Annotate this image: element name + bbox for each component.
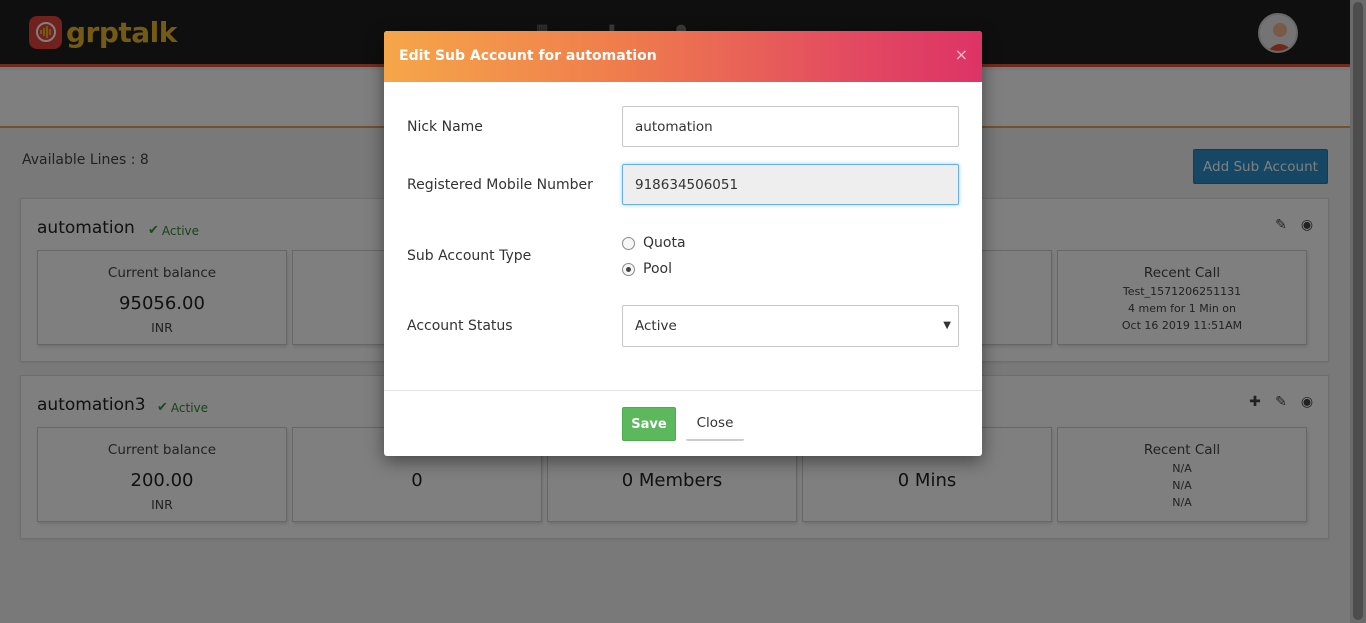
radio-pool-label: Pool xyxy=(643,261,672,277)
modal-header: Edit Sub Account for automation × xyxy=(384,31,982,82)
close-icon[interactable]: × xyxy=(955,45,968,64)
modal-footer: Save Close xyxy=(384,390,982,456)
account-status-label: Account Status xyxy=(407,318,513,334)
edit-sub-account-modal: Edit Sub Account for automation × Nick N… xyxy=(384,31,982,456)
sub-account-type-label: Sub Account Type xyxy=(407,248,532,264)
chevron-down-icon: ▼ xyxy=(943,320,951,331)
account-status-value: Active xyxy=(635,318,677,334)
radio-pool[interactable]: Pool xyxy=(622,261,672,277)
radio-quota-label: Quota xyxy=(643,235,686,251)
nick-name-input[interactable] xyxy=(622,106,959,147)
modal-title: Edit Sub Account for automation xyxy=(399,48,657,64)
mobile-number-input[interactable] xyxy=(622,164,959,205)
radio-quota[interactable]: Quota xyxy=(622,235,686,251)
radio-quota-button[interactable] xyxy=(622,236,635,250)
nick-name-label: Nick Name xyxy=(407,119,483,135)
close-button[interactable]: Close xyxy=(686,407,744,441)
radio-pool-button[interactable] xyxy=(622,262,635,276)
account-status-select[interactable]: Active ▼ xyxy=(622,305,959,347)
save-button[interactable]: Save xyxy=(622,407,676,441)
mobile-number-label: Registered Mobile Number xyxy=(407,177,593,193)
